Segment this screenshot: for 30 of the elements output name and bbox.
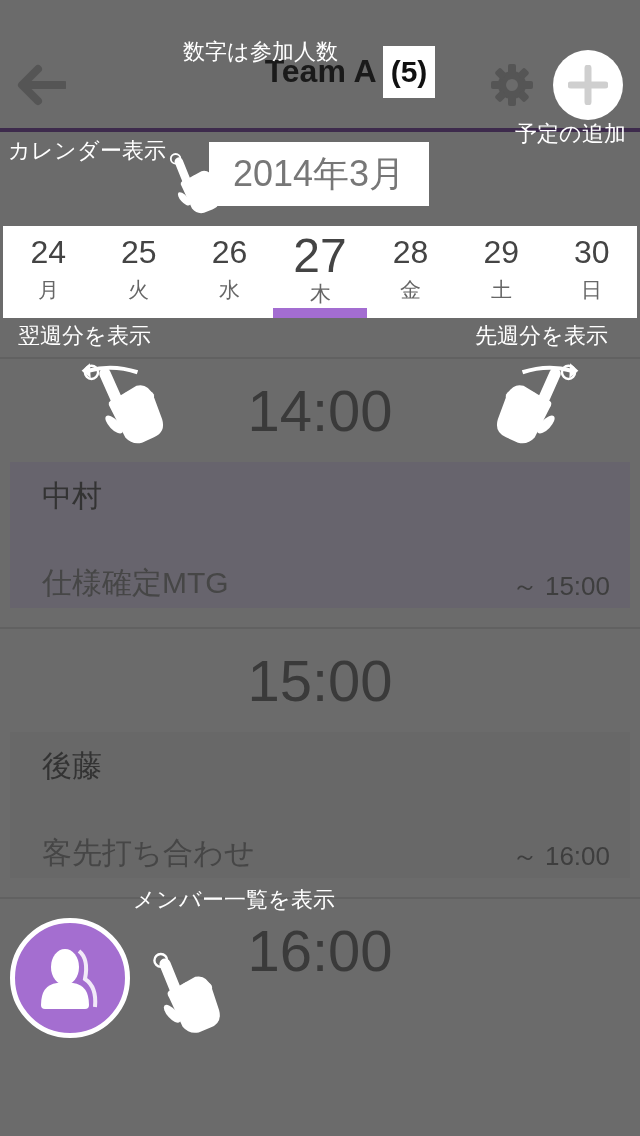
hint-text: メンバー一覧を表示: [133, 888, 335, 912]
day-tab[interactable]: 30 日: [546, 226, 638, 318]
plus-icon: [568, 65, 608, 105]
day-date: 28: [392, 234, 429, 270]
day-tab[interactable]: 24 月: [3, 226, 94, 318]
day-weekday: 木: [309, 281, 331, 307]
day-date: 30: [573, 234, 610, 270]
month-label[interactable]: 2014年3月: [209, 142, 429, 206]
hint-text: カレンダー表示: [8, 139, 166, 163]
day-date: 29: [483, 234, 519, 270]
hint-text: 翌週分を表示: [18, 324, 151, 348]
day-date: 24: [30, 234, 67, 270]
day-weekday: 金: [400, 277, 422, 303]
day-weekday: 日: [581, 277, 603, 303]
event-person: 中村: [42, 478, 103, 514]
day-tab[interactable]: 27 木: [274, 226, 366, 318]
day-weekday: 火: [128, 277, 150, 303]
day-tab[interactable]: 26 水: [184, 226, 275, 318]
hint-text: 予定の追加: [515, 122, 626, 146]
day-tab[interactable]: 29 土: [455, 226, 547, 318]
hint-text: 先週分を表示: [475, 324, 608, 348]
day-weekday: 土: [490, 277, 512, 303]
day-weekday: 水: [218, 277, 240, 303]
day-date: 27: [293, 234, 347, 278]
day-weekday: 月: [37, 277, 59, 303]
member-count: (5): [382, 46, 436, 98]
day-tab[interactable]: 25 火: [93, 226, 185, 318]
day-tab[interactable]: 28 金: [365, 226, 456, 318]
day-date: 26: [211, 234, 248, 270]
day-date: 25: [121, 234, 157, 270]
